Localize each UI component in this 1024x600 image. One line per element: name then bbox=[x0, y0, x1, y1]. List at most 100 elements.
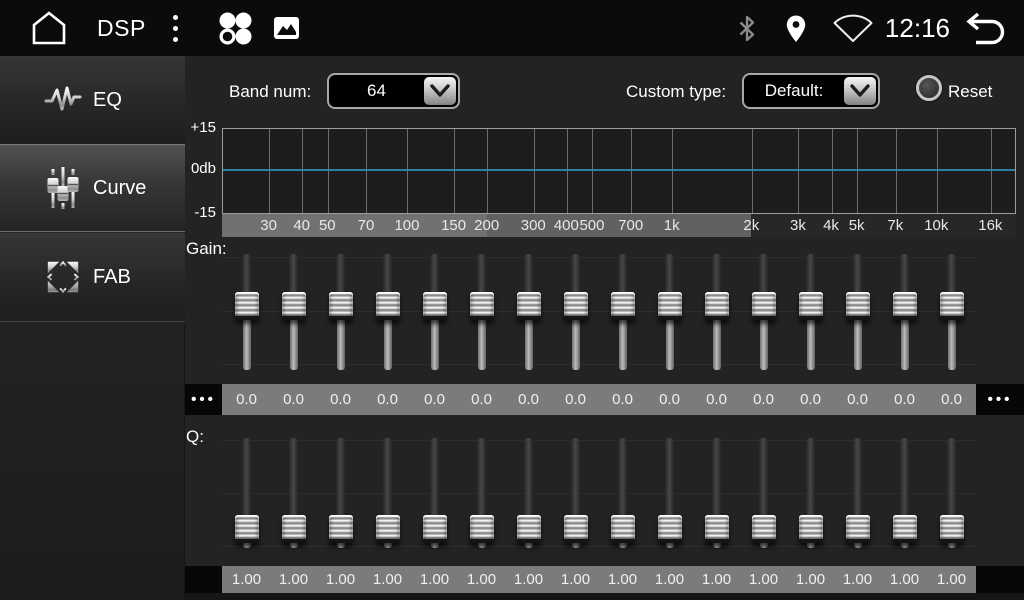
gain-slider-thumb[interactable] bbox=[470, 292, 494, 320]
q-slider[interactable] bbox=[704, 436, 730, 551]
app-title: DSP bbox=[97, 15, 146, 42]
q-slider[interactable] bbox=[751, 436, 777, 551]
gain-slider[interactable] bbox=[798, 252, 824, 372]
gain-slider[interactable] bbox=[328, 252, 354, 372]
gain-slider-thumb[interactable] bbox=[611, 292, 635, 320]
sidebar-item-curve[interactable]: Curve bbox=[0, 144, 185, 232]
gain-value: 0.0 bbox=[318, 384, 364, 415]
q-slider-thumb[interactable] bbox=[282, 515, 306, 543]
sidebar-item-fab[interactable]: FAB bbox=[0, 233, 185, 322]
freq-tick-label: 70 bbox=[344, 214, 388, 237]
band-num-dropdown[interactable]: 64 bbox=[327, 73, 460, 109]
sidebar-item-label: Curve bbox=[93, 177, 146, 200]
overflow-menu-icon[interactable] bbox=[169, 11, 182, 46]
q-slider-thumb[interactable] bbox=[470, 515, 494, 543]
q-slider-thumb[interactable] bbox=[611, 515, 635, 543]
custom-type-dropdown[interactable]: Default: bbox=[742, 73, 880, 109]
slider-track-upper bbox=[618, 438, 627, 523]
gallery-icon[interactable] bbox=[273, 16, 300, 40]
gain-slider-thumb[interactable] bbox=[329, 292, 353, 320]
q-slider-thumb[interactable] bbox=[752, 515, 776, 543]
reset-label: Reset bbox=[948, 82, 992, 102]
gain-more-left-button[interactable]: ••• bbox=[185, 384, 222, 415]
gain-slider-thumb[interactable] bbox=[705, 292, 729, 320]
gain-slider-thumb[interactable] bbox=[752, 292, 776, 320]
q-slider-thumb[interactable] bbox=[799, 515, 823, 543]
q-slider-thumb[interactable] bbox=[893, 515, 917, 543]
slider-track-upper bbox=[900, 438, 909, 523]
curve-faders-icon bbox=[44, 165, 82, 211]
gain-slider-thumb[interactable] bbox=[799, 292, 823, 320]
q-value: 1.00 bbox=[506, 566, 552, 593]
gain-slider-thumb[interactable] bbox=[235, 292, 259, 320]
slider-track-lower bbox=[713, 312, 721, 370]
gain-slider-thumb[interactable] bbox=[376, 292, 400, 320]
chevron-down-icon[interactable] bbox=[424, 77, 456, 105]
wifi-icon bbox=[831, 12, 875, 44]
q-slider-thumb[interactable] bbox=[517, 515, 541, 543]
gain-value: 0.0 bbox=[694, 384, 740, 415]
q-slider[interactable] bbox=[939, 436, 965, 551]
q-slider[interactable] bbox=[657, 436, 683, 551]
q-slider[interactable] bbox=[328, 436, 354, 551]
q-slider-thumb[interactable] bbox=[705, 515, 729, 543]
q-slider-thumb[interactable] bbox=[235, 515, 259, 543]
gain-more-right-button[interactable]: ••• bbox=[976, 384, 1024, 415]
slider-track-lower bbox=[384, 312, 392, 370]
q-slider[interactable] bbox=[516, 436, 542, 551]
gain-slider[interactable] bbox=[422, 252, 448, 372]
gain-slider[interactable] bbox=[751, 252, 777, 372]
q-slider[interactable] bbox=[798, 436, 824, 551]
home-icon[interactable] bbox=[27, 10, 71, 46]
q-slider[interactable] bbox=[375, 436, 401, 551]
gain-slider[interactable] bbox=[939, 252, 965, 372]
gain-slider[interactable] bbox=[892, 252, 918, 372]
gain-slider[interactable] bbox=[234, 252, 260, 372]
q-slider[interactable] bbox=[563, 436, 589, 551]
gain-section-label: Gain: bbox=[186, 239, 227, 259]
gain-value: 0.0 bbox=[224, 384, 270, 415]
gain-slider-thumb[interactable] bbox=[517, 292, 541, 320]
sidebar-item-label: FAB bbox=[93, 266, 131, 289]
gain-slider[interactable] bbox=[657, 252, 683, 372]
apps-clover-icon[interactable] bbox=[216, 9, 254, 47]
plot-gridline bbox=[407, 129, 408, 213]
q-slider[interactable] bbox=[281, 436, 307, 551]
gain-slider[interactable] bbox=[375, 252, 401, 372]
gain-slider-thumb[interactable] bbox=[846, 292, 870, 320]
gain-slider[interactable] bbox=[704, 252, 730, 372]
q-slider[interactable] bbox=[234, 436, 260, 551]
q-slider-thumb[interactable] bbox=[846, 515, 870, 543]
q-slider[interactable] bbox=[845, 436, 871, 551]
q-slider-thumb[interactable] bbox=[658, 515, 682, 543]
q-slider[interactable] bbox=[892, 436, 918, 551]
gain-slider-thumb[interactable] bbox=[893, 292, 917, 320]
q-value: 1.00 bbox=[788, 566, 834, 593]
gain-value: 0.0 bbox=[647, 384, 693, 415]
q-slider[interactable] bbox=[422, 436, 448, 551]
q-slider-thumb[interactable] bbox=[564, 515, 588, 543]
gain-slider-thumb[interactable] bbox=[282, 292, 306, 320]
gain-slider-thumb[interactable] bbox=[423, 292, 447, 320]
q-slider[interactable] bbox=[469, 436, 495, 551]
gain-slider[interactable] bbox=[563, 252, 589, 372]
gain-value: 0.0 bbox=[459, 384, 505, 415]
chevron-down-icon[interactable] bbox=[844, 77, 876, 105]
q-slider-thumb[interactable] bbox=[329, 515, 353, 543]
gain-slider[interactable] bbox=[610, 252, 636, 372]
gain-slider[interactable] bbox=[845, 252, 871, 372]
gain-slider-thumb[interactable] bbox=[564, 292, 588, 320]
gain-slider[interactable] bbox=[516, 252, 542, 372]
back-icon[interactable] bbox=[964, 10, 1010, 47]
plot-gridline bbox=[832, 129, 833, 213]
q-slider-thumb[interactable] bbox=[423, 515, 447, 543]
q-slider-thumb[interactable] bbox=[376, 515, 400, 543]
gain-slider-thumb[interactable] bbox=[940, 292, 964, 320]
reset-radio-button[interactable] bbox=[916, 75, 942, 101]
sidebar-item-eq[interactable]: EQ bbox=[0, 56, 185, 144]
gain-slider-thumb[interactable] bbox=[658, 292, 682, 320]
gain-slider[interactable] bbox=[469, 252, 495, 372]
q-slider[interactable] bbox=[610, 436, 636, 551]
gain-slider[interactable] bbox=[281, 252, 307, 372]
q-slider-thumb[interactable] bbox=[940, 515, 964, 543]
